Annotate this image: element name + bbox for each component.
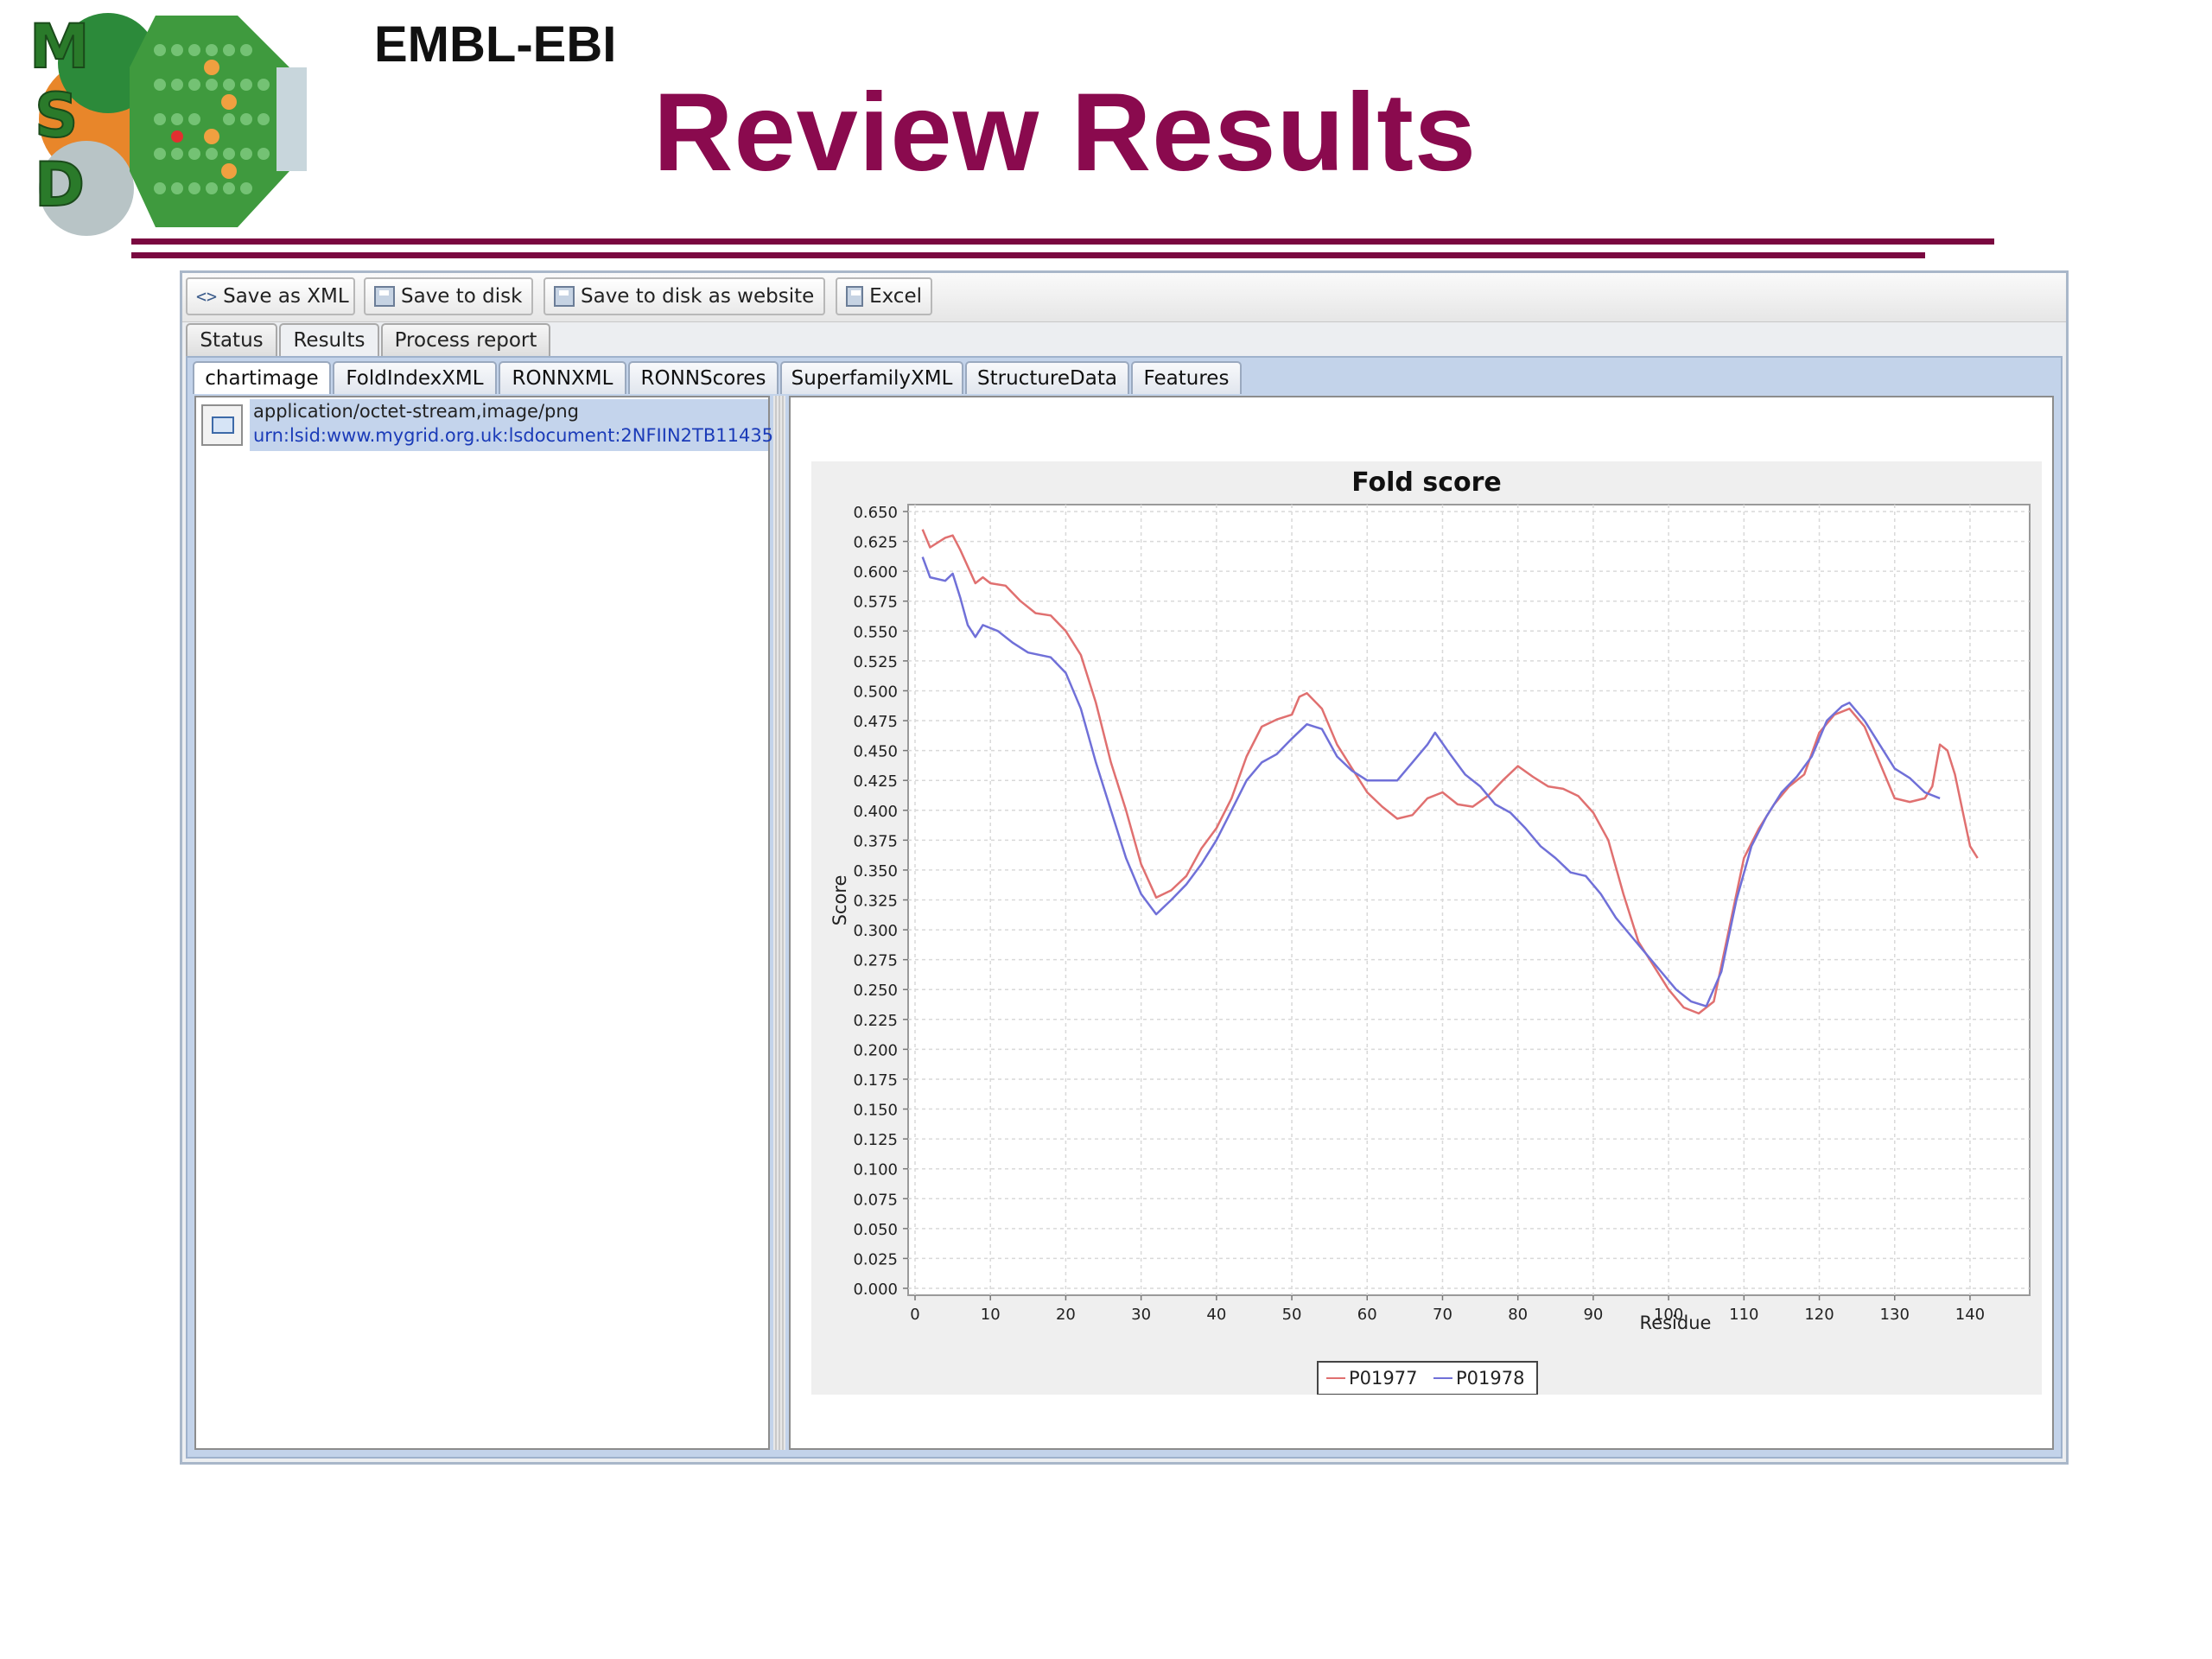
- x-tick-label: 60: [1357, 1306, 1377, 1324]
- save-as-xml-button[interactable]: <> Save as XML: [186, 277, 355, 315]
- results-panel: chartimage FoldIndexXML RONNXML RONNScor…: [186, 356, 2063, 1459]
- save-as-xml-label: Save as XML: [223, 285, 349, 308]
- chart-legend: P01977 P01978: [1317, 1361, 1538, 1395]
- y-tick-label: 0.450: [853, 743, 898, 761]
- y-tick-label: 0.300: [853, 922, 898, 940]
- fold-score-chart: Fold score 0.000 0.025 0.050 0.075 0.100 0.12…: [830, 467, 2031, 1395]
- save-to-disk-button[interactable]: Save to disk: [364, 277, 533, 315]
- y-tick-label: 0.100: [853, 1161, 898, 1179]
- x-tick-label: 0: [910, 1306, 919, 1324]
- result-list-item[interactable]: application/octet-stream,image/png urn:l…: [198, 399, 774, 451]
- x-tick-label: 90: [1583, 1306, 1603, 1324]
- y-tick-label: 0.075: [853, 1191, 898, 1209]
- results-window: <> Save as XML Save to disk Save to disk…: [180, 270, 2069, 1465]
- tab-results[interactable]: Results: [279, 323, 379, 356]
- tab-chartimage[interactable]: chartimage: [193, 361, 331, 394]
- y-tick-label: 0.525: [853, 653, 898, 671]
- x-tick-label: 110: [1729, 1306, 1758, 1324]
- y-tick-label: 0.175: [853, 1071, 898, 1090]
- chart-view-pane: Fold score 0.000 0.025 0.050 0.075 0.100 0.12…: [789, 396, 2054, 1450]
- x-tick-label: 50: [1282, 1306, 1302, 1324]
- y-axis-label: Score: [830, 875, 850, 926]
- y-tick-label: 0.025: [853, 1250, 898, 1268]
- x-tick-label: 120: [1804, 1306, 1834, 1324]
- x-tick-label: 140: [1955, 1306, 1985, 1324]
- tab-ronnxml[interactable]: RONNXML: [499, 361, 626, 394]
- title-rule-bottom: [131, 252, 1925, 258]
- y-tick-label: 0.600: [853, 563, 898, 582]
- result-mime-type: application/octet-stream,image/png: [253, 401, 579, 422]
- title-rule-top: [131, 238, 1994, 245]
- x-tick-label: 10: [981, 1306, 1001, 1324]
- x-tick-label: 40: [1206, 1306, 1226, 1324]
- y-tick-label: 0.400: [853, 803, 898, 821]
- y-tick-label: 0.250: [853, 982, 898, 1000]
- split-pane-divider[interactable]: [773, 396, 785, 1450]
- tab-features[interactable]: Features: [1131, 361, 1242, 394]
- tab-structuredata[interactable]: StructureData: [965, 361, 1129, 394]
- y-tick-label: 0.500: [853, 683, 898, 701]
- x-tick-label: 80: [1508, 1306, 1528, 1324]
- image-file-icon: [201, 404, 243, 446]
- result-urn: urn:lsid:www.mygrid.org.uk:lsdocument:2N…: [253, 425, 774, 446]
- tab-status[interactable]: Status: [186, 323, 277, 356]
- save-to-disk-label: Save to disk: [401, 285, 523, 308]
- logo-letter-s: S: [35, 80, 78, 151]
- floppy-disk-icon: [846, 286, 864, 307]
- tab-foldindexxml[interactable]: FoldIndexXML: [333, 361, 497, 394]
- save-as-website-button[interactable]: Save to disk as website: [543, 277, 825, 315]
- y-tick-label: 0.150: [853, 1102, 898, 1120]
- slide-title: Review Results: [653, 71, 1478, 194]
- msd-logo: M S D: [17, 7, 354, 236]
- y-tick-label: 0.050: [853, 1221, 898, 1239]
- tab-superfamilyxml[interactable]: SuperfamilyXML: [780, 361, 963, 394]
- x-tick-label: 130: [1880, 1306, 1910, 1324]
- y-tick-label: 0.125: [853, 1131, 898, 1149]
- toolbar: <> Save as XML Save to disk Save to disk…: [182, 273, 2066, 322]
- floppy-disk-icon: [554, 286, 575, 307]
- y-tick-label: 0.550: [853, 623, 898, 641]
- y-tick-label: 0.625: [853, 534, 898, 552]
- x-axis-label: Residue: [1640, 1313, 1712, 1333]
- chart-panel: Fold score 0.000 0.025 0.050 0.075 0.100 0.12…: [811, 461, 2042, 1395]
- chart-title: Fold score: [1351, 467, 1501, 498]
- floppy-disk-icon: [374, 286, 395, 307]
- y-tick-label: 0.650: [853, 504, 898, 522]
- y-tick-label: 0.475: [853, 713, 898, 731]
- save-as-website-label: Save to disk as website: [581, 285, 815, 308]
- logo-letter-d: D: [35, 149, 85, 220]
- legend-label-p01977: P01977: [1349, 1368, 1417, 1389]
- x-tick-label: 70: [1433, 1306, 1452, 1324]
- y-tick-label: 0.275: [853, 952, 898, 970]
- y-tick-label: 0.350: [853, 862, 898, 880]
- y-tick-label: 0.325: [853, 893, 898, 911]
- y-tick-label: 0.225: [853, 1012, 898, 1030]
- y-tick-label: 0.200: [853, 1041, 898, 1059]
- y-tick-label: 0.375: [853, 832, 898, 850]
- logo-letter-m: M: [29, 11, 90, 82]
- x-tick-label: 20: [1056, 1306, 1076, 1324]
- y-tick-label: 0.425: [853, 772, 898, 791]
- legend-label-p01978: P01978: [1456, 1368, 1524, 1389]
- y-tick-label: 0.000: [853, 1281, 898, 1299]
- org-name: EMBL-EBI: [374, 16, 617, 73]
- excel-label: Excel: [869, 285, 922, 308]
- excel-button[interactable]: Excel: [836, 277, 932, 315]
- y-tick-label: 0.575: [853, 594, 898, 612]
- result-list-pane: application/octet-stream,image/png urn:l…: [194, 396, 774, 1450]
- result-item-text: application/octet-stream,image/png urn:l…: [250, 399, 774, 451]
- tab-ronnscores[interactable]: RONNScores: [628, 361, 779, 394]
- tab-process-report[interactable]: Process report: [381, 323, 550, 356]
- x-tick-label: 30: [1131, 1306, 1151, 1324]
- code-icon: <>: [196, 286, 218, 307]
